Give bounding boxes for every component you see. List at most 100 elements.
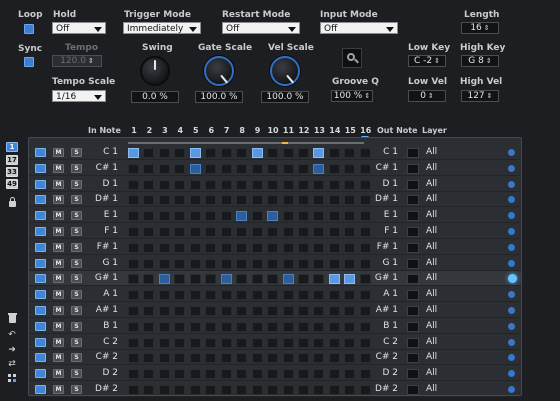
step-cell[interactable] (297, 148, 309, 158)
row-enable-toggle[interactable] (35, 353, 46, 363)
step-cell[interactable] (282, 258, 294, 269)
step-cell[interactable] (328, 227, 340, 237)
hold-dropdown[interactable]: Off (52, 22, 106, 34)
out-note-field[interactable] (407, 353, 419, 364)
step-cell[interactable] (158, 337, 170, 348)
step-cell[interactable] (251, 369, 263, 380)
step-cell[interactable] (251, 337, 263, 348)
groove-drop-icon[interactable] (342, 48, 362, 68)
step-cell[interactable] (344, 242, 356, 253)
row-enable-toggle[interactable] (35, 337, 46, 347)
step-cell[interactable] (220, 163, 232, 174)
mute-button[interactable]: M (53, 163, 64, 173)
step-cell[interactable] (282, 242, 294, 253)
solo-button[interactable]: S (71, 306, 82, 315)
step-cell[interactable] (297, 290, 309, 301)
step-cell[interactable] (359, 321, 371, 332)
solo-button[interactable]: S (71, 337, 82, 347)
step-cell[interactable] (189, 242, 201, 253)
step-cell[interactable] (143, 321, 155, 332)
step-cell[interactable] (128, 242, 139, 253)
mute-button[interactable]: M (53, 211, 64, 221)
step-cell[interactable] (313, 385, 325, 395)
step-cell[interactable] (344, 195, 356, 206)
out-note-field[interactable] (407, 258, 419, 269)
step-cell[interactable] (205, 258, 217, 269)
step-cell[interactable] (313, 353, 325, 364)
row-enable-toggle[interactable] (35, 148, 46, 157)
step-cell[interactable] (220, 148, 232, 158)
step-cell[interactable] (267, 274, 279, 285)
step-cell[interactable] (220, 337, 232, 348)
step-cell[interactable] (313, 321, 325, 332)
step-cell[interactable] (158, 385, 170, 395)
input-mode-dropdown[interactable]: Off (320, 22, 398, 34)
step-cell[interactable] (297, 306, 309, 316)
out-note-field[interactable] (407, 195, 419, 206)
step-cell[interactable] (344, 306, 356, 316)
step-cell[interactable] (220, 306, 232, 316)
step-cell[interactable] (328, 337, 340, 348)
step-cell[interactable] (143, 163, 155, 174)
layer-select-icon[interactable] (508, 149, 515, 156)
step-cell[interactable] (174, 258, 186, 269)
layer-select-icon[interactable] (508, 259, 515, 267)
step-cell[interactable] (189, 369, 201, 380)
step-cell[interactable] (251, 227, 263, 237)
step-cell[interactable] (174, 227, 186, 237)
solo-button[interactable]: S (71, 290, 82, 300)
step-cell[interactable] (297, 227, 309, 237)
step-cell[interactable] (282, 353, 294, 364)
step-cell[interactable] (344, 274, 356, 285)
step-cell[interactable] (359, 385, 371, 395)
step-cell[interactable] (313, 195, 325, 206)
tempo-scale-dropdown[interactable]: 1/16 (52, 90, 106, 102)
mute-button[interactable]: M (53, 321, 64, 331)
step-cell[interactable] (128, 258, 139, 269)
step-cell[interactable] (189, 148, 201, 158)
step-cell[interactable] (359, 369, 371, 380)
step-cell[interactable] (267, 369, 279, 380)
step-cell[interactable] (359, 211, 371, 222)
step-cell[interactable] (297, 385, 309, 395)
out-note-field[interactable] (407, 306, 419, 316)
step-cell[interactable] (359, 337, 371, 348)
step-cell[interactable] (359, 258, 371, 269)
layer-select-icon[interactable] (508, 354, 515, 362)
step-cell[interactable] (158, 242, 170, 253)
step-cell[interactable] (128, 179, 139, 190)
step-cell[interactable] (220, 353, 232, 364)
mute-button[interactable]: M (53, 227, 64, 236)
step-cell[interactable] (158, 195, 170, 206)
step-cell[interactable] (236, 195, 248, 206)
step-cell[interactable] (313, 290, 325, 301)
step-cell[interactable] (282, 179, 294, 190)
out-note-field[interactable] (407, 179, 419, 190)
layer-select-icon[interactable] (508, 291, 515, 299)
step-cell[interactable] (205, 385, 217, 395)
step-cell[interactable] (251, 179, 263, 190)
step-cell[interactable] (344, 258, 356, 269)
step-cell[interactable] (236, 148, 248, 158)
step-cell[interactable] (359, 179, 371, 190)
step-cell[interactable] (220, 227, 232, 237)
octave-button-49[interactable]: 49 (6, 179, 18, 189)
step-cell[interactable] (174, 163, 186, 174)
step-cell[interactable] (359, 274, 371, 285)
step-cell[interactable] (205, 227, 217, 237)
mute-button[interactable]: M (53, 369, 64, 379)
solo-button[interactable]: S (71, 211, 82, 221)
step-cell[interactable] (359, 227, 371, 237)
step-cell[interactable] (158, 321, 170, 332)
step-cell[interactable] (143, 274, 155, 285)
step-cell[interactable] (205, 353, 217, 364)
layer-select-icon[interactable] (508, 243, 515, 251)
step-cell[interactable] (128, 274, 139, 285)
step-cell[interactable] (328, 163, 340, 174)
step-cell[interactable] (158, 274, 170, 285)
layer-select-icon[interactable] (508, 370, 515, 378)
step-cell[interactable] (344, 321, 356, 332)
step-cell[interactable] (267, 211, 279, 222)
step-cell[interactable] (328, 242, 340, 253)
step-cell[interactable] (297, 211, 309, 222)
